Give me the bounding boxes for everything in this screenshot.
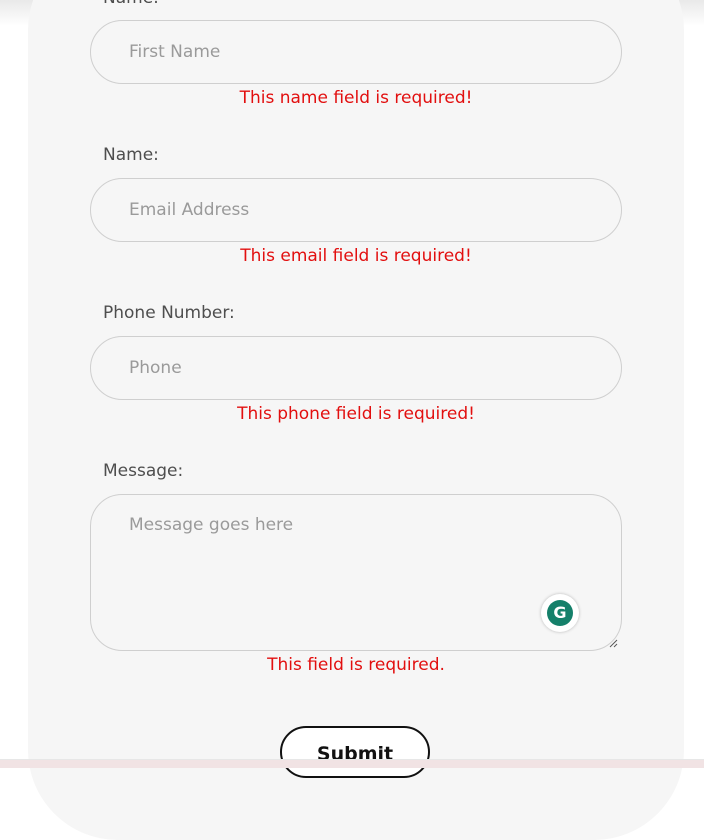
- first-name-placeholder: First Name: [129, 42, 221, 62]
- first-name-error: This name field is required!: [239, 88, 473, 108]
- message-error: This field is required.: [267, 655, 445, 675]
- phone-error: This phone field is required!: [237, 404, 475, 424]
- message-label: Message:: [103, 461, 184, 481]
- message-placeholder: Message goes here: [129, 515, 294, 535]
- resize-handle-icon[interactable]: [608, 638, 618, 648]
- grammarly-glyph: G: [547, 600, 573, 626]
- first-name-input[interactable]: First Name: [90, 20, 622, 84]
- grammarly-icon[interactable]: G: [541, 594, 579, 632]
- email-placeholder: Email Address: [129, 200, 250, 220]
- message-textarea[interactable]: Message goes here: [90, 494, 622, 651]
- phone-placeholder: Phone: [129, 358, 182, 378]
- phone-input[interactable]: Phone: [90, 336, 622, 400]
- first-name-label: Name:: [103, 0, 159, 8]
- email-label: Name:: [103, 145, 159, 165]
- submit-button[interactable]: Submit: [280, 726, 430, 778]
- email-error: This email field is required!: [240, 246, 472, 266]
- phone-label: Phone Number:: [103, 303, 235, 323]
- email-input[interactable]: Email Address: [90, 178, 622, 242]
